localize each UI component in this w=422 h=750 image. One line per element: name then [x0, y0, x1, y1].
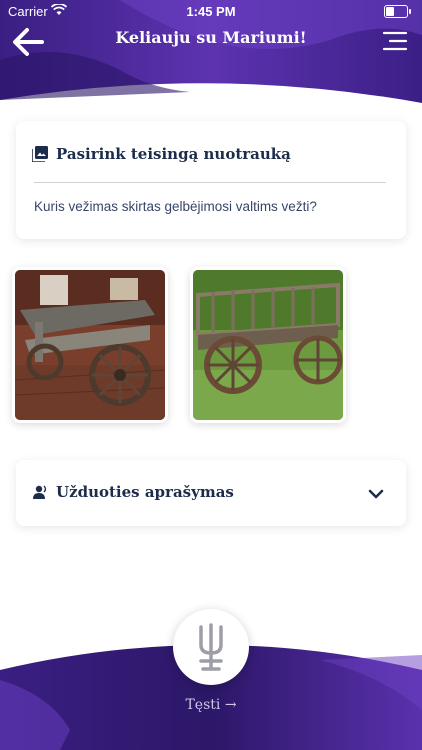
menu-button[interactable] [382, 30, 408, 52]
photo-option-1[interactable] [12, 267, 168, 423]
menu-icon [382, 31, 408, 51]
task-description-card[interactable]: Užduoties aprašymas [16, 460, 406, 526]
home-logo-button[interactable] [173, 609, 249, 685]
expand-toggle[interactable] [368, 486, 384, 504]
page-title: Keliauju su Mariumi! [115, 28, 307, 47]
photo-option-2[interactable] [190, 267, 346, 423]
question-card-header: Pasirink teisingą nuotrauką [32, 145, 291, 163]
image-icon [32, 146, 48, 162]
app-header: Carrier 1:45 PM Keliauju su Mariumi! [0, 0, 422, 120]
task-description-title: Užduoties aprašymas [56, 483, 234, 501]
question-text: Kuris vežimas skirtas gelbėjimosi valtim… [34, 199, 317, 214]
chevron-down-icon [368, 489, 384, 499]
status-bar: Carrier 1:45 PM [0, 3, 422, 21]
divider [34, 182, 386, 183]
battery-icon [384, 5, 411, 18]
wagon-grass-photo [193, 270, 343, 420]
continue-button[interactable]: Tęsti → [0, 697, 422, 713]
wagon-museum-photo [15, 270, 165, 420]
task-description-header: Užduoties aprašymas [32, 483, 234, 501]
question-card-title: Pasirink teisingą nuotrauką [56, 145, 291, 163]
trident-logo-icon [199, 623, 223, 671]
clock: 1:45 PM [186, 4, 236, 19]
speaker-icon [33, 485, 47, 499]
question-card: Pasirink teisingą nuotrauką Kuris vežima… [16, 121, 406, 239]
